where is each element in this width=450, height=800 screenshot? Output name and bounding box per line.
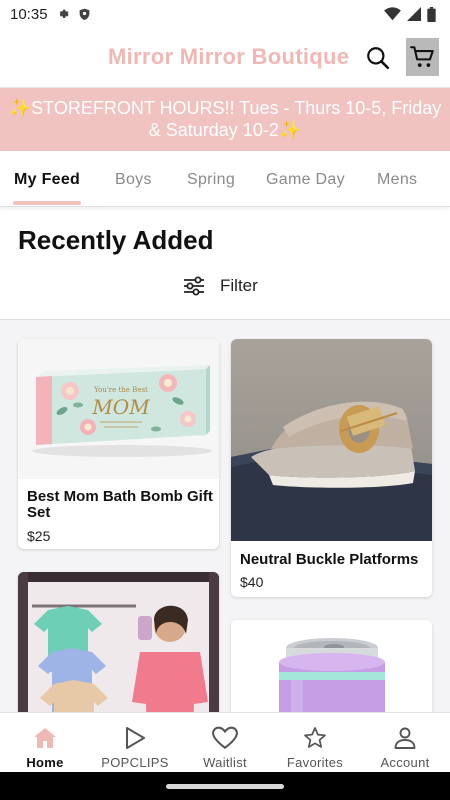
product-image-buckle-platform-sandal[interactable] [231, 339, 432, 541]
category-tabs: My Feed Boys Spring Game Day Mens [0, 151, 450, 207]
search-button[interactable] [362, 42, 394, 74]
filter-sliders-icon [184, 276, 204, 296]
bottom-navigation: Home POPCLIPS Waitlist Favorites Account [0, 712, 450, 772]
app-header: Mirror Mirror Boutique [0, 28, 450, 88]
tab-my-feed[interactable]: My Feed [14, 171, 80, 189]
product-image-tees-mirror-selfie[interactable] [18, 572, 219, 712]
active-tab-indicator [13, 201, 81, 205]
gift-box-text-line2: MOM [91, 395, 150, 419]
product-name[interactable]: Best Mom Bath Bomb Gift Set [27, 489, 217, 521]
status-time: 10:35 [10, 5, 48, 23]
battery-icon [427, 6, 436, 22]
nav-label-popclips: POPCLIPS [101, 755, 169, 770]
product-card[interactable]: You're the Best MOM Best Mom Bath Bomb G… [18, 339, 219, 549]
product-card[interactable] [231, 620, 432, 712]
tab-spring[interactable]: Spring [187, 171, 235, 189]
tab-game-day[interactable]: Game Day [266, 171, 345, 189]
tab-boys[interactable]: Boys [115, 171, 152, 189]
home-icon [34, 728, 56, 748]
product-image-bath-bomb-gift-box[interactable]: You're the Best MOM [18, 339, 219, 479]
nav-home[interactable]: Home [0, 713, 90, 773]
nav-popclips[interactable]: POPCLIPS [90, 713, 180, 773]
product-price: $25 [27, 528, 51, 544]
play-icon [126, 727, 145, 749]
shield-icon [79, 8, 89, 20]
filter-label: Filter [220, 276, 258, 295]
gift-box-text-line1: You're the Best [93, 386, 148, 394]
heart-icon [212, 726, 238, 750]
tab-mens[interactable]: Mens [377, 171, 417, 189]
nav-label-home: Home [26, 755, 64, 770]
system-navigation-bar [0, 772, 450, 800]
cart-icon [409, 46, 434, 67]
product-card[interactable]: Neutral Buckle Platforms $40 [231, 339, 432, 597]
signal-icon [407, 7, 421, 21]
product-card[interactable] [18, 572, 219, 712]
nav-waitlist[interactable]: Waitlist [180, 713, 270, 773]
wifi-icon [384, 7, 401, 21]
status-bar: 10:35 [0, 0, 450, 28]
store-hours-banner: ✨STOREFRONT HOURS!! Tues - Thurs 10-5, F… [0, 88, 450, 151]
product-feed[interactable]: You're the Best MOM Best Mom Bath Bomb G… [0, 320, 450, 712]
filter-button[interactable]: Filter [182, 276, 258, 296]
product-name[interactable]: Neutral Buckle Platforms [240, 552, 430, 568]
nav-account[interactable]: Account [360, 713, 450, 773]
nav-label-favorites: Favorites [286, 755, 344, 770]
brand-name[interactable]: Mirror Mirror Boutique [108, 44, 349, 70]
nav-label-waitlist: Waitlist [203, 755, 247, 770]
nav-favorites[interactable]: Favorites [270, 713, 360, 773]
star-icon [304, 727, 326, 748]
search-icon [367, 47, 390, 70]
product-image-purple-can-cooler[interactable] [231, 620, 432, 712]
gesture-home-pill[interactable] [166, 784, 284, 789]
section-title: Recently Added [18, 225, 214, 255]
cart-button[interactable] [406, 38, 439, 76]
nav-label-account: Account [380, 755, 430, 770]
product-price: $40 [240, 574, 264, 590]
settings-gear-icon [59, 9, 69, 19]
person-icon [394, 727, 416, 749]
